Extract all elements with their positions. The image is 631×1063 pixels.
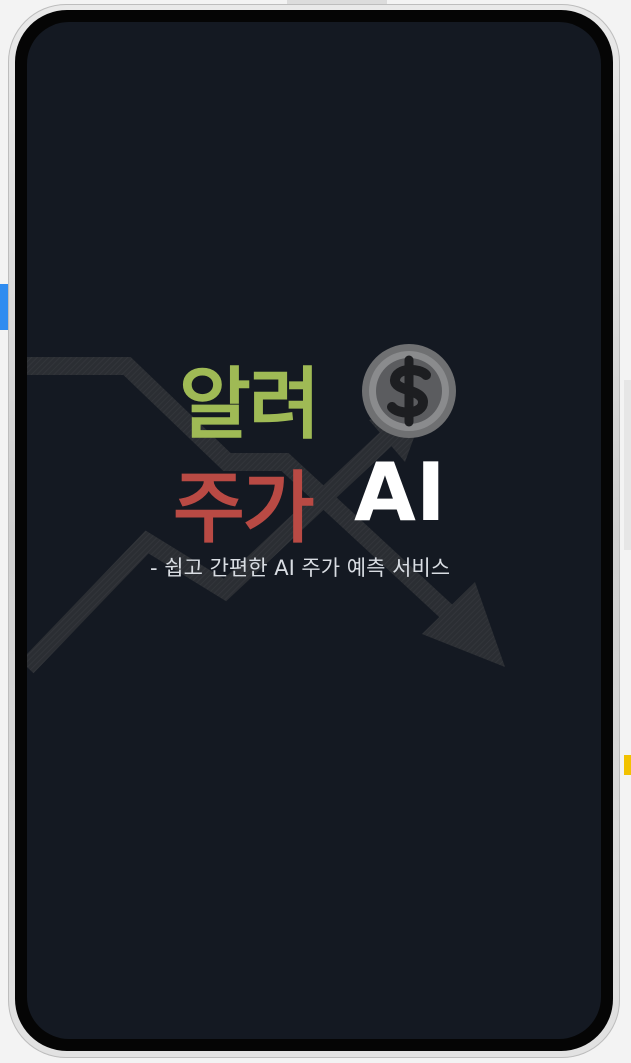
background-window-edge-right-accent: [624, 755, 631, 775]
logo-word-ai: AI: [354, 446, 446, 539]
phone-frame: 알려 주가 AI - 쉽고 간편한 AI 주가 예측 서비스: [8, 4, 620, 1058]
splash-screen[interactable]: 알려 주가 AI - 쉽고 간편한 AI 주가 예측 서비스: [27, 22, 601, 1039]
logo-word-allyeo: 알려: [179, 360, 321, 450]
dollar-coin-icon: [362, 344, 456, 438]
tagline: - 쉽고 간편한 AI 주가 예측 서비스: [150, 556, 451, 580]
background-window-edge-left: [0, 284, 8, 330]
background-window-edge-right: [624, 380, 631, 550]
phone-bezel: 알려 주가 AI - 쉽고 간편한 AI 주가 예측 서비스: [15, 10, 613, 1051]
stock-trend-arrows-icon: [27, 357, 505, 674]
logo-word-juga: 주가: [173, 464, 315, 554]
